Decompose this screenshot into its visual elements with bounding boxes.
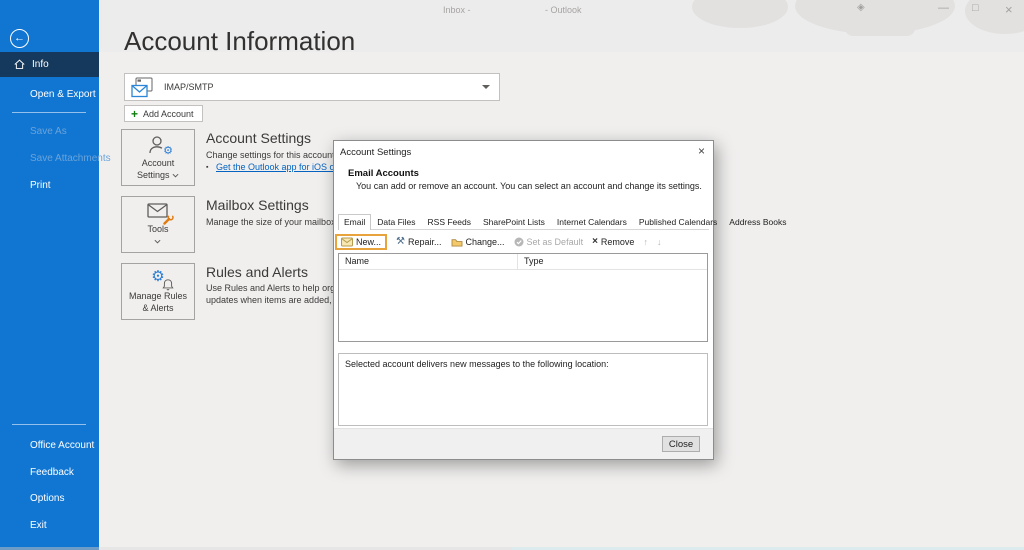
home-icon xyxy=(14,59,25,70)
sidebar-item-office-account[interactable]: Office Account xyxy=(30,440,94,451)
bell-icon xyxy=(162,278,174,291)
add-account-button[interactable]: + Add Account xyxy=(124,105,203,122)
tab-email[interactable]: Email xyxy=(338,214,371,230)
chevron-down-icon xyxy=(154,239,161,244)
sidebar-item-info[interactable]: Info xyxy=(0,52,99,77)
back-button[interactable]: ← xyxy=(10,29,29,48)
section-desc-mailbox-settings: Manage the size of your mailbox by xyxy=(206,217,348,227)
ribbon-display-options-icon[interactable]: ◈ xyxy=(857,2,865,13)
page-title: Account Information xyxy=(124,26,355,57)
mailbox-tools-icon xyxy=(146,202,170,222)
tab-rss-feeds[interactable]: RSS Feeds xyxy=(422,214,477,229)
delivery-location-text: Selected account delivers new messages t… xyxy=(345,359,609,369)
back-arrow-icon: ← xyxy=(14,32,25,44)
maximize-icon[interactable]: □ xyxy=(972,2,979,14)
change-folder-icon xyxy=(451,237,463,247)
backstage-sidebar: ← Info Open & Export Save As Save Attach… xyxy=(0,0,99,547)
sidebar-item-exit[interactable]: Exit xyxy=(30,520,47,531)
check-circle-icon xyxy=(514,237,524,247)
section-heading-rules-alerts: Rules and Alerts xyxy=(206,264,308,280)
repair-tools-icon: ⚒ xyxy=(396,236,405,247)
cloud-shape xyxy=(845,20,915,36)
accounts-table-header: Name Type xyxy=(339,254,707,270)
titlebar-inbox-label: Inbox - xyxy=(443,5,471,15)
section-desc-account-settings: Change settings for this account or s xyxy=(206,150,352,160)
tab-data-files[interactable]: Data Files xyxy=(371,214,421,229)
section-desc-rules-alerts-line2: updates when items are added, chan xyxy=(206,295,354,305)
column-header-name[interactable]: Name xyxy=(339,254,518,269)
outlook-backstage-window: Inbox - - Outlook ◈ — □ × ← Info Open & … xyxy=(0,0,1024,550)
account-selector-dropdown[interactable]: IMAP/SMTP xyxy=(124,73,500,101)
set-as-default-button: Set as Default xyxy=(514,237,584,247)
account-settings-dialog: Account Settings × Email Accounts You ca… xyxy=(333,140,714,460)
tile-label: Account Settings xyxy=(137,158,179,181)
move-down-icon: ↓ xyxy=(657,237,662,247)
account-selector-value: IMAP/SMTP xyxy=(164,82,214,92)
account-settings-button[interactable]: ⚙ Account Settings xyxy=(121,129,195,186)
email-accounts-heading: Email Accounts xyxy=(348,168,419,179)
person-gear-icon: ⚙ xyxy=(146,134,170,156)
bullet-icon: ▪ xyxy=(206,164,208,171)
sidebar-item-options[interactable]: Options xyxy=(30,493,64,504)
chevron-down-icon xyxy=(482,85,490,89)
wrench-icon xyxy=(163,214,174,225)
minimize-icon[interactable]: — xyxy=(938,2,949,14)
account-mail-icon xyxy=(131,77,155,98)
tab-sharepoint-lists[interactable]: SharePoint Lists xyxy=(477,214,551,229)
section-desc-rules-alerts-line1: Use Rules and Alerts to help organiz xyxy=(206,283,352,293)
remove-account-button[interactable]: × Remove xyxy=(592,236,634,247)
tab-address-books[interactable]: Address Books xyxy=(723,214,792,229)
outlook-app-link-row: ▪ Get the Outlook app for iOS or xyxy=(206,162,338,172)
section-heading-account-settings: Account Settings xyxy=(206,130,311,146)
tile-label: Manage Rules & Alerts xyxy=(129,291,187,314)
tile-label: Tools xyxy=(147,224,168,247)
sidebar-item-save-as: Save As xyxy=(30,126,67,137)
manage-rules-alerts-button[interactable]: ⚙ Manage Rules & Alerts xyxy=(121,263,195,320)
sidebar-item-save-attachments: Save Attachments xyxy=(30,153,111,164)
delivery-location-box: Selected account delivers new messages t… xyxy=(338,353,708,426)
sidebar-item-print[interactable]: Print xyxy=(30,180,51,191)
plus-icon: + xyxy=(131,109,138,119)
titlebar-app-label: - Outlook xyxy=(545,5,582,15)
repair-account-button[interactable]: ⚒ Repair... xyxy=(396,236,442,247)
accounts-table: Name Type xyxy=(338,253,708,342)
sidebar-divider xyxy=(12,424,86,425)
dialog-tab-bar: Email Data Files RSS Feeds SharePoint Li… xyxy=(338,213,709,230)
dialog-toolbar: New... ⚒ Repair... Change... Set as Defa… xyxy=(339,233,661,250)
column-header-type[interactable]: Type xyxy=(518,254,544,269)
sidebar-item-label: Info xyxy=(32,59,49,70)
chevron-down-icon xyxy=(172,173,179,178)
close-button[interactable]: Close xyxy=(662,436,700,452)
dialog-title: Account Settings xyxy=(340,147,411,158)
dialog-close-icon[interactable]: × xyxy=(698,144,705,158)
sidebar-item-feedback[interactable]: Feedback xyxy=(30,467,74,478)
add-account-label: Add Account xyxy=(143,109,194,119)
new-mail-icon xyxy=(341,237,353,247)
section-heading-mailbox-settings: Mailbox Settings xyxy=(206,197,309,213)
tab-internet-calendars[interactable]: Internet Calendars xyxy=(551,214,633,229)
gear-bell-icon: ⚙ xyxy=(151,269,164,289)
tools-button[interactable]: Tools xyxy=(121,196,195,253)
sidebar-divider xyxy=(12,112,86,113)
remove-x-icon: × xyxy=(592,236,598,247)
get-outlook-app-link[interactable]: Get the Outlook app for iOS or xyxy=(216,162,338,172)
dialog-footer: Close xyxy=(334,428,713,459)
new-account-button[interactable]: New... xyxy=(335,234,387,250)
move-up-icon: ↑ xyxy=(643,237,648,247)
email-accounts-description: You can add or remove an account. You ca… xyxy=(356,181,702,191)
change-account-button[interactable]: Change... xyxy=(451,237,505,247)
sidebar-item-open-export[interactable]: Open & Export xyxy=(30,89,96,100)
tab-published-calendars[interactable]: Published Calendars xyxy=(633,214,723,229)
window-close-icon[interactable]: × xyxy=(1005,2,1013,17)
